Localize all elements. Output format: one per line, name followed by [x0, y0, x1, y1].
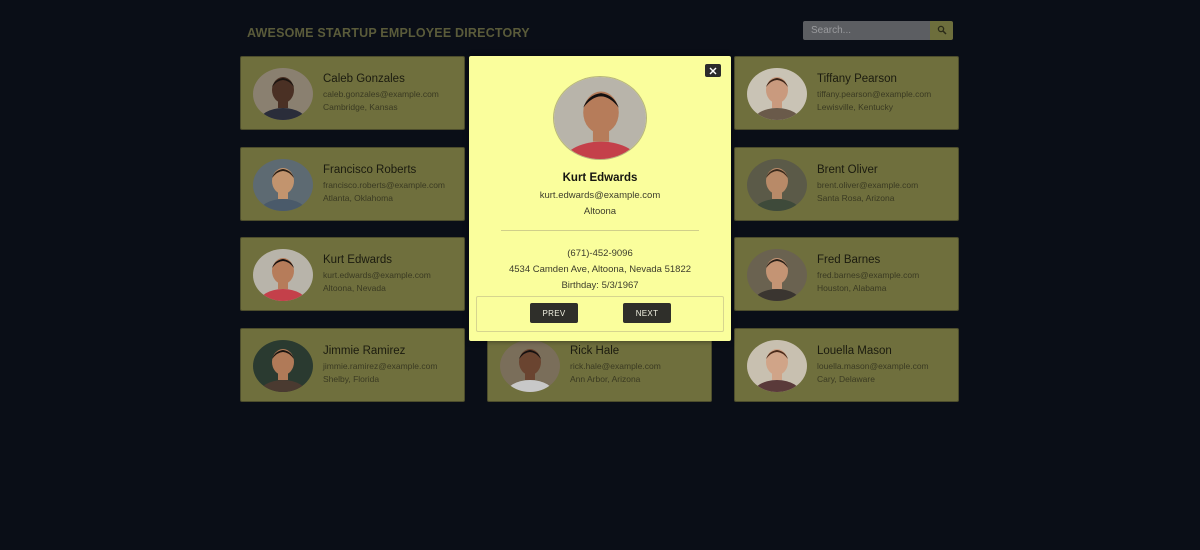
close-icon	[709, 63, 717, 78]
employee-card[interactable]: Brent Oliver brent.oliver@example.com Sa…	[734, 147, 959, 221]
page-title: AWESOME STARTUP EMPLOYEE DIRECTORY	[247, 26, 530, 40]
employee-email: jimmie.ramirez@example.com	[323, 361, 438, 371]
modal-email: kurt.edwards@example.com	[539, 190, 661, 201]
prev-button[interactable]: PREV	[530, 303, 578, 323]
close-button[interactable]	[705, 64, 721, 77]
employee-email: louella.mason@example.com	[817, 361, 929, 371]
avatar	[747, 159, 807, 211]
employee-card[interactable]: Tiffany Pearson tiffany.pearson@example.…	[734, 56, 959, 130]
avatar	[747, 340, 807, 392]
employee-location: Houston, Alabama	[817, 283, 887, 293]
employee-name: Caleb Gonzales	[323, 73, 405, 85]
avatar	[500, 340, 560, 392]
avatar	[253, 68, 313, 120]
employee-email: caleb.gonzales@example.com	[323, 89, 439, 99]
modal-name: Kurt Edwards	[562, 172, 638, 184]
avatar	[747, 68, 807, 120]
employee-location: Cambridge, Kansas	[323, 102, 398, 112]
employee-email: fred.barnes@example.com	[817, 270, 920, 280]
employee-name: Fred Barnes	[817, 254, 881, 266]
employee-location: Santa Rosa, Arizona	[817, 193, 895, 203]
employee-location: Shelby, Florida	[323, 374, 380, 384]
employee-card[interactable]: Jimmie Ramirez jimmie.ramirez@example.co…	[240, 328, 465, 402]
employee-name: Jimmie Ramirez	[323, 345, 406, 357]
employee-name: Kurt Edwards	[323, 254, 393, 266]
avatar	[253, 340, 313, 392]
employee-card[interactable]: Caleb Gonzales caleb.gonzales@example.co…	[240, 56, 465, 130]
avatar	[253, 159, 313, 211]
employee-location: Ann Arbor, Arizona	[570, 374, 641, 384]
employee-email: brent.oliver@example.com	[817, 180, 919, 190]
search-form	[803, 21, 953, 40]
employee-card[interactable]: Kurt Edwards kurt.edwards@example.com Al…	[240, 237, 465, 311]
employee-card[interactable]: Fred Barnes fred.barnes@example.com Hous…	[734, 237, 959, 311]
employee-location: Atlanta, Oklahoma	[323, 193, 393, 203]
modal-birthday: Birthday: 5/3/1967	[561, 280, 639, 291]
modal-city: Altoona	[583, 206, 617, 217]
employee-name: Louella Mason	[817, 345, 892, 357]
employee-location: Lewisville, Kentucky	[817, 102, 894, 112]
search-button[interactable]	[930, 21, 953, 40]
next-button[interactable]: NEXT	[623, 303, 671, 323]
modal-nav: PREV NEXT	[476, 296, 724, 332]
modal-address: 4534 Camden Ave, Altoona, Nevada 51822	[508, 264, 692, 275]
modal-divider	[501, 230, 699, 231]
search-input[interactable]	[803, 21, 930, 40]
employee-modal: Kurt Edwards kurt.edwards@example.com Al…	[469, 56, 731, 341]
avatar	[747, 249, 807, 301]
modal-avatar	[553, 76, 647, 160]
employee-email: francisco.roberts@example.com	[323, 180, 446, 190]
employee-email: kurt.edwards@example.com	[323, 270, 431, 280]
directory-page: AWESOME STARTUP EMPLOYEE DIRECTORY Caleb…	[0, 0, 1200, 550]
employee-name: Francisco Roberts	[323, 164, 417, 176]
employee-name: Rick Hale	[570, 345, 620, 357]
search-icon	[937, 23, 947, 38]
employee-card[interactable]: Louella Mason louella.mason@example.com …	[734, 328, 959, 402]
employee-name: Tiffany Pearson	[817, 73, 897, 85]
employee-location: Cary, Delaware	[817, 374, 875, 384]
employee-card[interactable]: Francisco Roberts francisco.roberts@exam…	[240, 147, 465, 221]
avatar	[253, 249, 313, 301]
employee-email: rick.hale@example.com	[570, 361, 661, 371]
modal-phone: (671)-452-9096	[567, 248, 633, 259]
employee-location: Altoona, Nevada	[323, 283, 386, 293]
employee-name: Brent Oliver	[817, 164, 878, 176]
employee-email: tiffany.pearson@example.com	[817, 89, 932, 99]
